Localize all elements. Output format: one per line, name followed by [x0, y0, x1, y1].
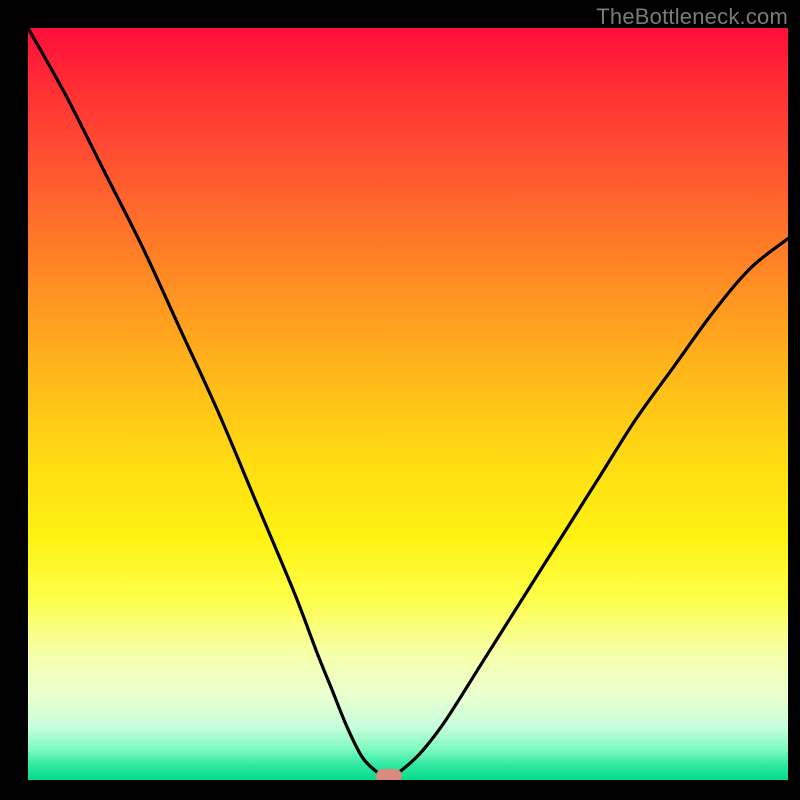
plot-area — [28, 28, 788, 780]
curve-svg — [28, 28, 788, 780]
bottleneck-curve-path — [28, 28, 788, 777]
watermark-text: TheBottleneck.com — [596, 4, 788, 30]
chart-frame: TheBottleneck.com — [0, 0, 800, 800]
optimal-point-marker — [376, 769, 402, 780]
